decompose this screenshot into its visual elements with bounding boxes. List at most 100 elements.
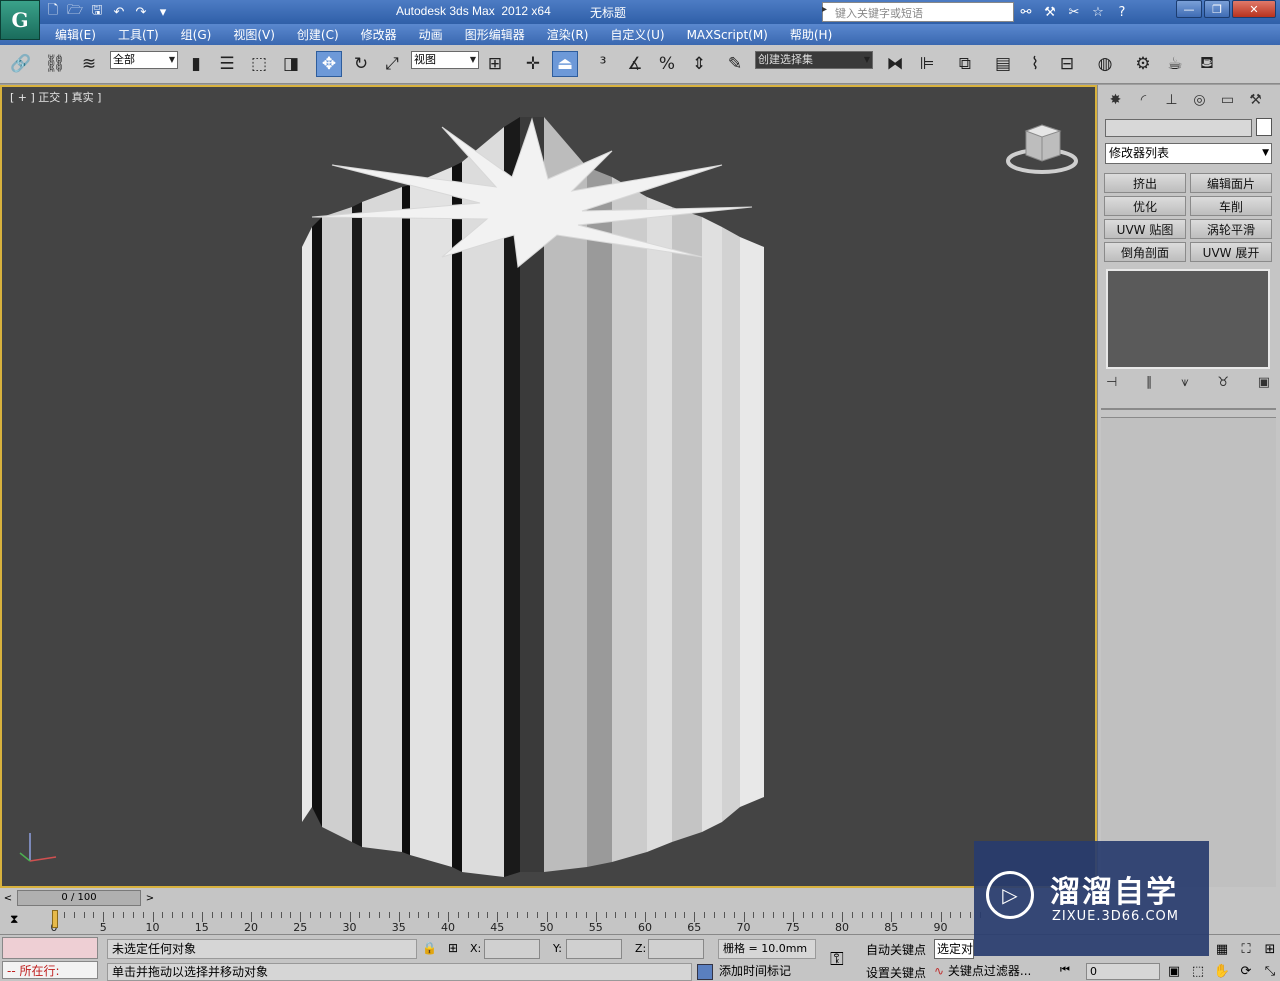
select-by-name-icon[interactable]: ☰ <box>214 51 240 77</box>
display-tab-icon[interactable]: ▭ <box>1216 89 1239 111</box>
time-slider[interactable]: 0 / 100 <box>17 890 141 906</box>
menu-modifiers[interactable]: 修改器 <box>361 26 397 43</box>
snap-toggle-icon[interactable]: ³ <box>590 51 616 77</box>
show-end-result-icon[interactable]: ∥ <box>1146 375 1153 390</box>
add-time-tag[interactable]: 添加时间标记 <box>697 963 817 981</box>
search-input[interactable]: 键入关键字或短语 <box>822 2 1014 22</box>
modifier-list-dropdown[interactable]: 修改器列表 <box>1105 143 1272 164</box>
prev-frame-icon[interactable]: < <box>0 890 16 906</box>
rectangle-selection-icon[interactable]: ⬚ <box>246 51 272 77</box>
make-unique-icon[interactable]: ⩛ <box>1181 375 1188 390</box>
app-menu-icon[interactable]: G <box>0 0 40 40</box>
menu-help[interactable]: 帮助(H) <box>790 26 832 43</box>
unlink-icon[interactable]: ⛓ <box>42 51 68 77</box>
open-file-icon[interactable]: 🗁 <box>66 3 84 21</box>
edit-patch-button[interactable]: 编辑面片 <box>1190 173 1272 193</box>
graphite-tools-icon[interactable]: ▤ <box>990 51 1016 77</box>
menu-views[interactable]: 视图(V) <box>233 26 275 43</box>
select-and-rotate-icon[interactable]: ↻ <box>348 51 374 77</box>
save-icon[interactable]: 🖫 <box>88 3 106 21</box>
menu-rendering[interactable]: 渲染(R) <box>547 26 589 43</box>
angle-snap-icon[interactable]: ∡ <box>622 51 648 77</box>
unwrap-uvw-button[interactable]: UVW 展开 <box>1190 242 1272 262</box>
x-coordinate-field[interactable] <box>484 939 540 959</box>
qat-dropdown-icon[interactable]: ▾ <box>154 3 172 21</box>
material-editor-icon[interactable]: ◍ <box>1092 51 1118 77</box>
zoom-extents-all-icon[interactable]: ▦ <box>1212 939 1232 959</box>
selection-lock-icon[interactable]: 🔒 <box>422 941 437 955</box>
menu-animation[interactable]: 动画 <box>419 26 443 43</box>
auto-key-button[interactable]: 自动关键点 <box>866 941 926 958</box>
go-to-start-icon[interactable]: ⏮ <box>1060 963 1070 977</box>
modifier-stack[interactable] <box>1106 269 1270 369</box>
menu-create[interactable]: 创建(C) <box>297 26 339 43</box>
pan-view-icon[interactable]: ✋ <box>1212 961 1232 981</box>
select-manipulate-icon[interactable]: ✛ <box>520 51 546 77</box>
maximize-viewport-icon[interactable]: ⤡ <box>1260 961 1280 981</box>
optimize-button[interactable]: 优化 <box>1104 196 1186 216</box>
favorites-star-icon[interactable]: ☆ <box>1088 2 1108 22</box>
key-selection-dropdown[interactable]: 选定对 <box>934 939 974 959</box>
viewcube[interactable] <box>1006 121 1078 175</box>
hierarchy-tab-icon[interactable]: ⊥ <box>1160 89 1183 111</box>
communication-icon[interactable]: ✂ <box>1064 2 1084 22</box>
binoculars-icon[interactable]: ⚯ <box>1016 2 1036 22</box>
turbosmooth-button[interactable]: 涡轮平滑 <box>1190 219 1272 239</box>
utilities-tab-icon[interactable]: ⚒ <box>1244 89 1267 111</box>
uvw-map-button[interactable]: UVW 贴图 <box>1104 219 1186 239</box>
next-frame-icon[interactable]: > <box>142 890 158 906</box>
z-coordinate-field[interactable] <box>648 939 704 959</box>
select-object-icon[interactable]: ▮ <box>183 51 209 77</box>
current-frame-marker[interactable] <box>52 910 58 928</box>
perspective-viewport[interactable]: [ + ] 正交 ] 真实 ] <box>0 85 1097 888</box>
current-frame-field[interactable]: 0 <box>1086 963 1160 980</box>
link-icon[interactable]: 🔗 <box>8 51 34 77</box>
reference-coordinate-dropdown[interactable]: 视图 <box>411 51 479 69</box>
orbit-icon[interactable]: ⟳ <box>1236 961 1256 981</box>
frame-ruler[interactable]: 051015202530354045505560657075808590 <box>44 908 981 934</box>
y-coordinate-field[interactable] <box>566 939 622 959</box>
window-crossing-icon[interactable]: ◨ <box>278 51 304 77</box>
named-selection-dropdown[interactable]: 创建选择集 <box>755 51 873 69</box>
field-of-view-icon[interactable]: ▣ <box>1164 961 1184 981</box>
object-name-field[interactable] <box>1105 119 1252 137</box>
keyboard-shortcut-override-icon[interactable]: ⏏ <box>552 51 578 77</box>
undo-icon[interactable]: ↶ <box>110 3 128 21</box>
maxscript-line[interactable]: -- 所在行: <box>2 961 98 979</box>
configure-modifier-sets-icon[interactable]: ▣ <box>1258 375 1270 390</box>
new-file-icon[interactable]: 🗋 <box>44 3 62 21</box>
key-filters-button[interactable]: ∿ 关键点过滤器... <box>934 963 1052 981</box>
render-setup-icon[interactable]: ⚙ <box>1130 51 1156 77</box>
spinner-snap-icon[interactable]: ⇕ <box>686 51 712 77</box>
modify-tab-icon[interactable]: ◜ <box>1132 89 1155 111</box>
bevel-profile-button[interactable]: 倒角剖面 <box>1104 242 1186 262</box>
zoom-extents-icon[interactable]: ⛶ <box>1236 939 1256 959</box>
key-icon[interactable]: ⚿ <box>830 949 844 970</box>
viewport-label[interactable]: [ + ] 正交 ] 真实 ] <box>10 89 101 105</box>
mini-curve-editor-icon[interactable]: ⧗ <box>10 912 18 927</box>
lathe-button[interactable]: 车削 <box>1190 196 1272 216</box>
zoom-region-icon[interactable]: ⬚ <box>1188 961 1208 981</box>
edit-named-selection-icon[interactable]: ✎ <box>722 51 748 77</box>
maxscript-listener-mini[interactable] <box>2 937 98 959</box>
pivot-center-icon[interactable]: ⊞ <box>482 51 508 77</box>
star-extrusion-object[interactable] <box>282 107 782 877</box>
menu-customize[interactable]: 自定义(U) <box>610 26 664 43</box>
rendered-frame-window-icon[interactable]: ☕ <box>1162 51 1188 77</box>
bind-space-warp-icon[interactable]: ≋ <box>76 51 102 77</box>
close-button[interactable]: ✕ <box>1232 0 1276 18</box>
select-and-move-icon[interactable]: ✥ <box>316 51 342 77</box>
absolute-mode-icon[interactable]: ⊞ <box>448 941 458 955</box>
help-icon[interactable]: ? <box>1112 2 1132 22</box>
object-color-swatch[interactable] <box>1256 118 1272 136</box>
curve-editor-icon[interactable]: ⌇ <box>1022 51 1048 77</box>
create-tab-icon[interactable]: ✸ <box>1104 89 1127 111</box>
select-and-scale-icon[interactable]: ⤢ <box>379 51 405 77</box>
menu-tools[interactable]: 工具(T) <box>118 26 159 43</box>
align-icon[interactable]: ⊫ <box>914 51 940 77</box>
zoom-all-icon[interactable]: ⊞ <box>1260 939 1280 959</box>
menu-maxscript[interactable]: MAXScript(M) <box>687 28 768 42</box>
mirror-icon[interactable]: ⧓ <box>882 51 908 77</box>
schematic-view-icon[interactable]: ⊟ <box>1054 51 1080 77</box>
remove-modifier-icon[interactable]: ♉ <box>1217 375 1229 390</box>
